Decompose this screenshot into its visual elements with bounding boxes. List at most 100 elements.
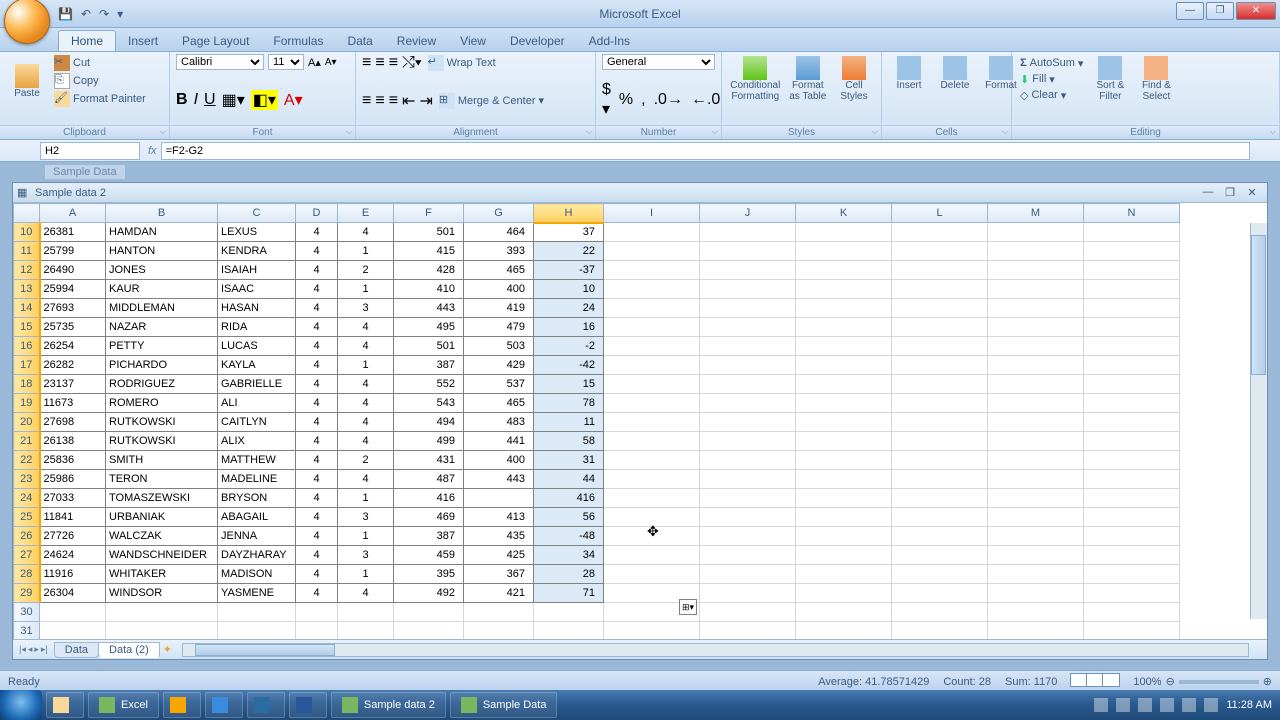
cell[interactable] [1084,470,1180,489]
cell[interactable]: 11673 [40,394,106,413]
cell[interactable]: 479 [464,318,534,337]
cell[interactable] [892,527,988,546]
cell[interactable] [892,299,988,318]
cell[interactable]: 71 [534,584,604,603]
cell[interactable] [1084,489,1180,508]
cell[interactable]: 503 [464,337,534,356]
cell[interactable]: 1 [338,356,394,375]
cell[interactable] [892,394,988,413]
cell[interactable] [796,242,892,261]
cell[interactable] [1084,337,1180,356]
cell[interactable] [394,622,464,640]
cell[interactable] [604,432,700,451]
cell[interactable] [700,375,796,394]
cell[interactable]: 26304 [40,584,106,603]
paste-button[interactable]: Paste [6,62,48,101]
increase-decimal-icon[interactable]: .0→ [654,91,683,109]
cell[interactable]: 419 [464,299,534,318]
cell[interactable] [988,375,1084,394]
cell[interactable]: -2 [534,337,604,356]
cell[interactable] [988,584,1084,603]
cell[interactable] [988,280,1084,299]
cell[interactable]: PICHARDO [106,356,218,375]
workbook-title-bar[interactable]: ▦ Sample data 2 — ❐ ✕ [13,183,1267,203]
insert-cells-button[interactable]: Insert [888,54,930,93]
maximize-button[interactable]: ❐ [1206,2,1234,20]
cell[interactable] [604,242,700,261]
zoom-out-icon[interactable]: ⊖ [1166,675,1175,688]
find-select-button[interactable]: Find & Select [1135,54,1177,104]
align-right-icon[interactable]: ≡ [389,92,398,110]
cell[interactable] [700,223,796,242]
underline-button[interactable]: U [204,91,216,109]
start-button[interactable] [0,690,42,720]
cell[interactable] [892,622,988,640]
cell[interactable] [296,622,338,640]
cell[interactable] [604,299,700,318]
cell[interactable]: 4 [296,223,338,242]
cell[interactable]: ISAIAH [218,261,296,280]
cell[interactable] [1084,432,1180,451]
cell[interactable]: 4 [338,318,394,337]
cell[interactable]: MADISON [218,565,296,584]
cell[interactable]: 416 [394,489,464,508]
cell[interactable]: 24 [534,299,604,318]
cell[interactable] [1084,261,1180,280]
cell[interactable]: 28 [534,565,604,584]
cell[interactable]: 24624 [40,546,106,565]
tray-icon[interactable] [1116,698,1130,712]
cell[interactable]: 26381 [40,223,106,242]
sort-filter-button[interactable]: Sort & Filter [1089,54,1131,104]
cell[interactable] [700,451,796,470]
background-workbook-tab[interactable]: Sample Data [44,164,126,180]
cell[interactable] [700,413,796,432]
font-size-select[interactable]: 11 [268,54,304,70]
cell[interactable]: 27693 [40,299,106,318]
row-header[interactable]: 27 [14,546,40,565]
taskbar-explorer[interactable] [46,692,84,718]
cell[interactable] [700,318,796,337]
format-as-table-button[interactable]: Format as Table [787,54,829,104]
cell[interactable]: WALCZAK [106,527,218,546]
cell[interactable] [534,603,604,622]
cell[interactable] [988,565,1084,584]
row-header[interactable]: 20 [14,413,40,432]
cell[interactable] [604,489,700,508]
cell[interactable]: 27726 [40,527,106,546]
cell[interactable] [796,546,892,565]
cell[interactable]: HAMDAN [106,223,218,242]
cell[interactable]: 4 [296,413,338,432]
cell[interactable]: 429 [464,356,534,375]
cell[interactable] [604,337,700,356]
cell[interactable]: JONES [106,261,218,280]
cell[interactable]: TERON [106,470,218,489]
view-mode-buttons[interactable] [1071,673,1119,690]
tab-home[interactable]: Home [58,30,116,51]
undo-icon[interactable]: ↶ [81,7,91,21]
cell[interactable] [604,356,700,375]
col-header-K[interactable]: K [796,204,892,223]
cell[interactable] [40,622,106,640]
cell[interactable] [796,356,892,375]
row-header[interactable]: 11 [14,242,40,261]
cell[interactable] [988,299,1084,318]
cell[interactable]: 501 [394,337,464,356]
cell[interactable] [1084,546,1180,565]
cell[interactable]: 431 [394,451,464,470]
cell[interactable] [700,508,796,527]
cell[interactable]: 25799 [40,242,106,261]
col-header-F[interactable]: F [394,204,464,223]
row-header[interactable]: 29 [14,584,40,603]
clock[interactable]: 11:28 AM [1226,699,1272,711]
tab-formulas[interactable]: Formulas [261,31,335,51]
cell[interactable] [988,470,1084,489]
tray-icon[interactable] [1138,698,1152,712]
cell[interactable]: 537 [464,375,534,394]
cell[interactable]: 26282 [40,356,106,375]
cell[interactable]: RUTKOWSKI [106,413,218,432]
cut-button[interactable]: ✂Cut [52,54,148,72]
col-header-B[interactable]: B [106,204,218,223]
cell[interactable]: 4 [296,299,338,318]
cell[interactable]: MATTHEW [218,451,296,470]
cell[interactable]: 16 [534,318,604,337]
